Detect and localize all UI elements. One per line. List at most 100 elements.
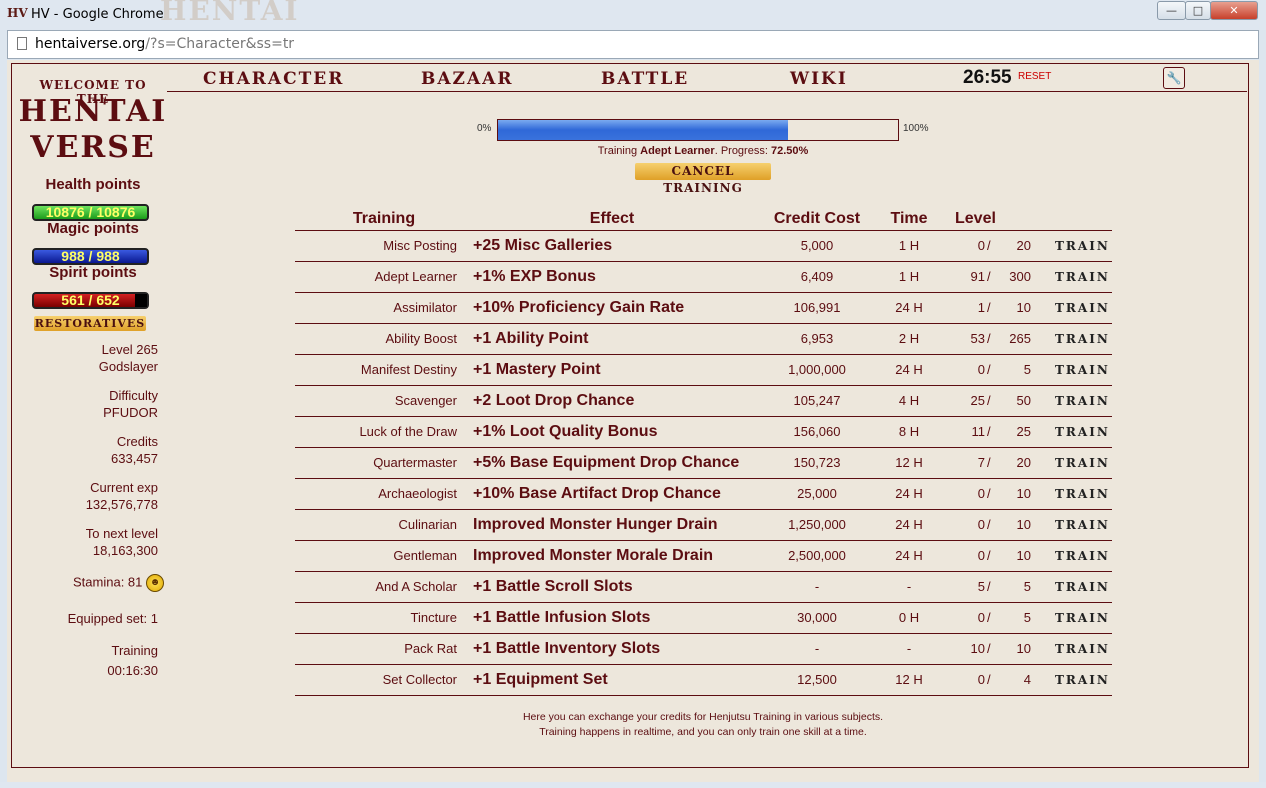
training-effect: +10% Base Artifact Drop Chance (473, 478, 751, 510)
train-button[interactable]: TRAIN (1037, 416, 1112, 448)
training-level-max: 10 (995, 633, 1037, 665)
training-level-current: 0 (935, 509, 987, 541)
training-time: 12 H (883, 664, 935, 696)
training-level-current: 25 (935, 385, 987, 417)
level-separator: / (987, 323, 995, 355)
training-level-current: 1 (935, 292, 987, 324)
training-name: Misc Posting (295, 230, 473, 262)
magic-label: Magic points (47, 220, 139, 237)
train-button[interactable]: TRAIN (1037, 478, 1112, 510)
close-button[interactable]: ✕ (1210, 1, 1258, 20)
training-skill: Adept Learner (640, 145, 715, 157)
train-button[interactable]: TRAIN (1037, 447, 1112, 479)
exp-label: Current exp (90, 480, 158, 495)
train-button[interactable]: TRAIN (1037, 509, 1112, 541)
col-action (1037, 204, 1112, 231)
training-name: Manifest Destiny (295, 354, 473, 386)
stamina-row: Stamina: 81 ☻ (22, 574, 164, 592)
level-separator: / (987, 261, 995, 293)
spirit-bar: 561 / 652 (32, 292, 149, 309)
settings-wrench-icon[interactable]: 🔧 (1163, 67, 1185, 89)
training-level-max: 300 (995, 261, 1037, 293)
next-level-label: To next level (85, 526, 158, 541)
magic-value: 988 / 988 (61, 248, 120, 264)
training-time: 1 H (883, 230, 935, 262)
training-time: 1 H (883, 261, 935, 293)
level-separator: / (987, 447, 995, 479)
training-table: Training Effect Credit Cost Time Level M… (295, 204, 1112, 696)
progress-max-label: 100% (903, 123, 929, 134)
train-button[interactable]: TRAIN (1037, 664, 1112, 696)
train-button[interactable]: TRAIN (1037, 571, 1112, 603)
training-time: 24 H (883, 540, 935, 572)
maximize-button[interactable]: □ (1185, 1, 1211, 20)
training-name: Scavenger (295, 385, 473, 417)
training-time: 24 H (883, 478, 935, 510)
training-level-current: 7 (935, 447, 987, 479)
training-effect: +5% Base Equipment Drop Chance (473, 447, 751, 479)
train-button[interactable]: TRAIN (1037, 385, 1112, 417)
train-button[interactable]: TRAIN (1037, 354, 1112, 386)
next-level-value: 18,163,300 (92, 543, 158, 558)
training-effect: Improved Monster Hunger Drain (473, 509, 751, 541)
training-level-current: 0 (935, 602, 987, 634)
app-icon: HV (7, 6, 28, 20)
stamina-face-icon: ☻ (146, 574, 164, 592)
train-button[interactable]: TRAIN (1037, 230, 1112, 262)
logo-line-2: VERSE (30, 130, 156, 165)
training-name: Assimilator (295, 292, 473, 324)
train-button[interactable]: TRAIN (1037, 323, 1112, 355)
table-row: Set Collector +1 Equipment Set 12,500 12 H0… (295, 664, 1112, 696)
train-button[interactable]: TRAIN (1037, 602, 1112, 634)
training-level-max: 20 (995, 447, 1037, 479)
training-cost: 1,000,000 (751, 354, 883, 386)
magic-bar: 988 / 988 (32, 248, 149, 265)
table-row: Luck of the Draw +1% Loot Quality Bonus 15… (295, 416, 1112, 448)
logo-line-1: HENTAI (18, 94, 168, 129)
training-level-current: 0 (935, 478, 987, 510)
training-level-max: 20 (995, 230, 1037, 262)
nav-wiki[interactable]: WIKI (790, 69, 848, 89)
training-level-current: 5 (935, 571, 987, 603)
training-progress-bar (497, 119, 899, 141)
address-bar[interactable]: hentaiverse.org/?s=Character&ss=tr (7, 30, 1259, 59)
cancel-training-button[interactable]: CANCEL TRAINING (635, 163, 771, 195)
training-name: Gentleman (295, 540, 473, 572)
progress-min-label: 0% (477, 123, 492, 134)
difficulty-label: Difficulty (109, 388, 158, 403)
training-level-max: 50 (995, 385, 1037, 417)
reset-link[interactable]: RESET (1018, 71, 1051, 82)
nav-bazaar[interactable]: BAZAAR (421, 69, 513, 89)
train-button[interactable]: TRAIN (1037, 292, 1112, 324)
table-row: Assimilator +10% Proficiency Gain Rate 106… (295, 292, 1112, 324)
training-time: - (883, 633, 935, 665)
restoratives-button[interactable]: RESTORATIVES (34, 316, 146, 331)
table-row: Ability Boost +1 Ability Point 6,953 2 H 53/… (295, 323, 1112, 355)
credits-value: 633,457 (111, 451, 158, 466)
level-separator: / (987, 385, 995, 417)
training-level-max: 25 (995, 416, 1037, 448)
train-button[interactable]: TRAIN (1037, 261, 1112, 293)
level-separator: / (987, 571, 995, 603)
nav-battle[interactable]: BATTLE (601, 69, 689, 89)
training-effect: +25 Misc Galleries (473, 230, 751, 262)
training-level-current: 11 (935, 416, 987, 448)
training-cost: 156,060 (751, 416, 883, 448)
table-row: Archaeologist +10% Base Artifact Drop Cha… (295, 478, 1112, 510)
training-name: And A Scholar (295, 571, 473, 603)
training-level-current: 0 (935, 540, 987, 572)
training-time: 0 H (883, 602, 935, 634)
nav-character[interactable]: CHARACTER (203, 69, 344, 89)
training-cost: - (751, 571, 883, 603)
train-button[interactable]: TRAIN (1037, 633, 1112, 665)
train-button[interactable]: TRAIN (1037, 540, 1112, 572)
url-text[interactable]: hentaiverse.org/?s=Character&ss=tr (35, 36, 294, 52)
training-time: 4 H (883, 385, 935, 417)
minimize-button[interactable]: — (1157, 1, 1186, 20)
training-time: 00:16:30 (107, 663, 158, 678)
training-level-current: 53 (935, 323, 987, 355)
exp-value: 132,576,778 (85, 497, 158, 512)
training-level-current: 10 (935, 633, 987, 665)
level-separator: / (987, 509, 995, 541)
training-name: Luck of the Draw (295, 416, 473, 448)
